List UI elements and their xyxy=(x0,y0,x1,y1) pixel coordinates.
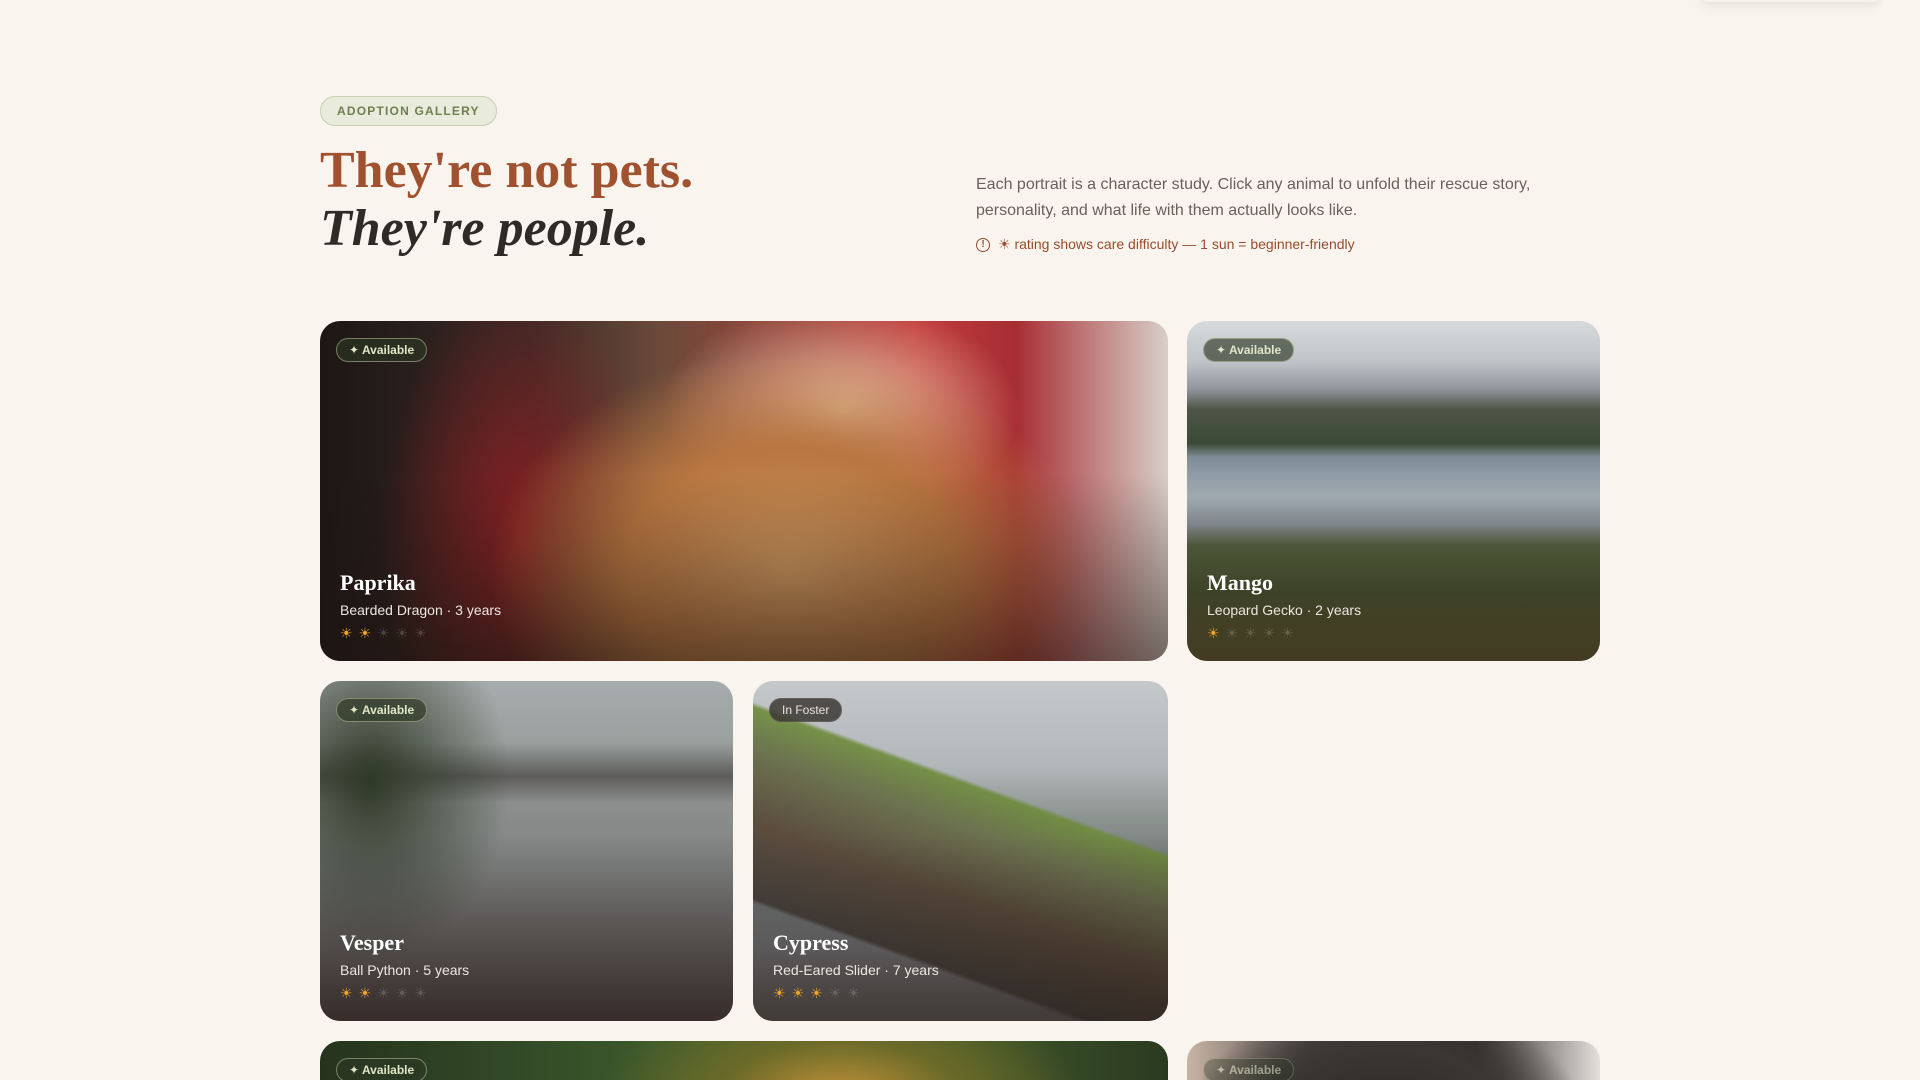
animal-card-6[interactable]: ✦ Available xyxy=(1187,1041,1600,1080)
animal-species-age: Bearded Dragon · 3 years xyxy=(340,602,502,618)
animal-species-age: Leopard Gecko · 2 years xyxy=(1207,602,1362,618)
animal-species-age: Ball Python · 5 years xyxy=(340,962,470,978)
info-icon: ! xyxy=(976,237,990,252)
page-title: They're not pets. They're people. xyxy=(320,142,693,258)
status-badge: ✦ Available xyxy=(1203,338,1295,362)
animal-species-age: Red-Eared Slider · 7 years xyxy=(773,962,939,978)
difficulty-rating: ☀ ☀ ☀ ☀ ☀ xyxy=(1207,625,1361,641)
sun-empty-icon: ☀ xyxy=(1281,625,1294,641)
gallery-header: ADOPTION GALLERY They're not pets. They'… xyxy=(320,96,1600,266)
section-eyebrow: ADOPTION GALLERY xyxy=(320,96,497,126)
floating-toolbar[interactable] xyxy=(1700,0,1880,2)
intro-text: Each portrait is a character study. Clic… xyxy=(976,176,1531,219)
sun-filled-icon: ☀ xyxy=(810,985,823,1001)
card-caption: Paprika Bearded Dragon · 3 years ☀ ☀ ☀ ☀ ☀ xyxy=(340,569,501,641)
sun-filled-icon: ☀ xyxy=(358,625,372,641)
animal-name: Paprika xyxy=(340,570,416,595)
status-badge: In Foster xyxy=(769,698,843,722)
animal-card-cypress[interactable]: In Foster Cypress Red-Eared Slider · 7 y… xyxy=(753,681,1168,1021)
status-badge: ✦ Available xyxy=(336,698,428,722)
title-line-2: They're people. xyxy=(320,200,650,257)
animal-photo xyxy=(320,1041,1168,1080)
sun-filled-icon: ☀ xyxy=(358,985,372,1001)
sun-empty-icon: ☀ xyxy=(1244,625,1257,641)
difficulty-legend: ! ☀ rating shows care difficulty — 1 sun… xyxy=(976,236,1355,253)
sun-filled-icon: ☀ xyxy=(1207,625,1220,641)
sun-empty-icon: ☀ xyxy=(377,985,390,1001)
status-badge: ✦ Available xyxy=(336,338,428,362)
difficulty-rating: ☀ ☀ ☀ ☀ ☀ xyxy=(773,985,939,1001)
sun-empty-icon: ☀ xyxy=(377,625,390,641)
sun-empty-icon: ☀ xyxy=(414,985,427,1001)
sun-filled-icon: ☀ xyxy=(791,985,805,1001)
sun-filled-icon: ☀ xyxy=(340,985,353,1001)
card-caption: Mango Leopard Gecko · 2 years ☀ ☀ ☀ ☀ ☀ xyxy=(1207,569,1361,641)
animal-name: Cypress xyxy=(773,930,849,955)
animal-card-5[interactable]: ✦ Available xyxy=(320,1041,1168,1080)
difficulty-rating: ☀ ☀ ☀ ☀ ☀ xyxy=(340,985,469,1001)
sun-filled-icon: ☀ xyxy=(340,625,353,641)
legend-text: ☀ rating shows care difficulty — 1 sun =… xyxy=(998,236,1355,252)
sun-empty-icon: ☀ xyxy=(395,625,409,641)
animal-card-mango[interactable]: ✦ Available Mango Leopard Gecko · 2 year… xyxy=(1187,321,1600,661)
difficulty-rating: ☀ ☀ ☀ ☀ ☀ xyxy=(340,625,501,641)
sun-empty-icon: ☀ xyxy=(1225,625,1239,641)
sun-empty-icon: ☀ xyxy=(414,625,427,641)
status-badge: ✦ Available xyxy=(336,1058,428,1080)
sun-empty-icon: ☀ xyxy=(828,985,842,1001)
animal-card-vesper[interactable]: ✦ Available Vesper Ball Python · 5 years… xyxy=(320,681,733,1021)
status-badge: ✦ Available xyxy=(1203,1058,1295,1080)
card-caption: Cypress Red-Eared Slider · 7 years ☀ ☀ ☀ ☀ ☀ xyxy=(773,929,939,1001)
animal-name: Vesper xyxy=(340,930,404,955)
sun-empty-icon: ☀ xyxy=(1262,625,1276,641)
animal-name: Mango xyxy=(1207,570,1273,595)
animal-card-paprika[interactable]: ✦ Available Paprika Bearded Dragon · 3 y… xyxy=(320,321,1168,661)
title-line-1: They're not pets. xyxy=(320,142,694,199)
sun-empty-icon: ☀ xyxy=(847,985,860,1001)
sun-filled-icon: ☀ xyxy=(773,985,786,1001)
card-caption: Vesper Ball Python · 5 years ☀ ☀ ☀ ☀ ☀ xyxy=(340,929,469,1001)
sun-empty-icon: ☀ xyxy=(395,985,409,1001)
